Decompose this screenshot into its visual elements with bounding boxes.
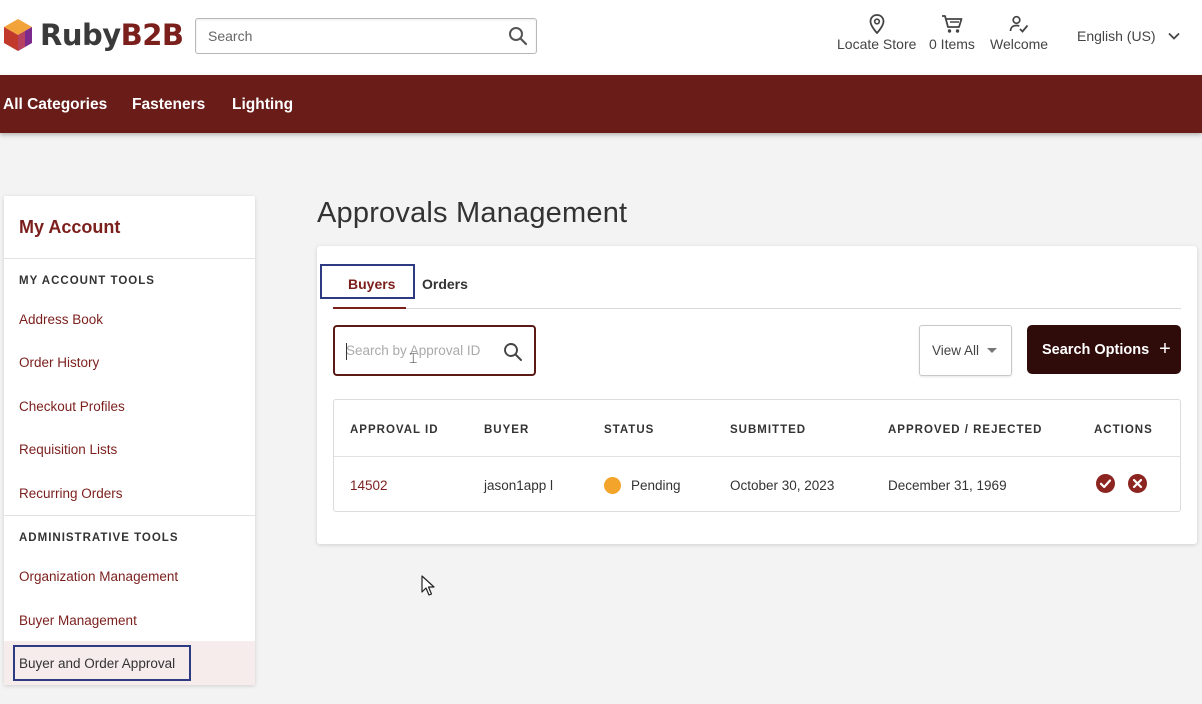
- approve-check-icon: [1099, 479, 1112, 489]
- category-nav: All Categories Fasteners Lighting: [0, 75, 1202, 133]
- view-all-label: View All: [932, 343, 980, 358]
- global-search[interactable]: [195, 18, 537, 54]
- column-header-status[interactable]: STATUS: [604, 424, 654, 436]
- sidebar-item-buyer-management[interactable]: Buyer Management: [19, 613, 137, 628]
- approved-rejected-cell: December 31, 1969: [888, 478, 1007, 493]
- active-tab-indicator: [333, 307, 406, 309]
- nav-item-all-categories[interactable]: All Categories: [3, 96, 107, 114]
- approval-id-link[interactable]: 14502: [350, 478, 388, 493]
- column-header-buyer[interactable]: BUYER: [484, 424, 529, 436]
- plus-icon: +: [1159, 338, 1171, 360]
- search-options-label: Search Options: [1042, 341, 1150, 358]
- row-divider: [334, 456, 1180, 457]
- site-header: RubyB2B Locate Store 0 Items Welcome: [0, 0, 1202, 75]
- approval-search[interactable]: [333, 325, 536, 376]
- caret-down-icon: [987, 348, 998, 353]
- buyer-cell: jason1app l: [484, 478, 554, 493]
- nav-item-fasteners[interactable]: Fasteners: [132, 96, 205, 114]
- approvals-card: Buyers Orders ⌶ View All Search Options …: [317, 246, 1197, 544]
- language-selector[interactable]: English (US): [1077, 28, 1180, 44]
- sidebar-item-buyer-and-order-approval[interactable]: Buyer and Order Approval: [19, 656, 175, 671]
- reject-x-icon: [1132, 478, 1143, 489]
- sidebar-item-organization-management[interactable]: Organization Management: [19, 569, 178, 584]
- column-header-approved-rejected[interactable]: APPROVED / REJECTED: [888, 424, 1042, 436]
- mouse-pointer-icon: [421, 575, 435, 596]
- reject-button[interactable]: [1128, 474, 1147, 493]
- account-sidebar: My Account MY ACCOUNT TOOLS Address Book…: [4, 196, 255, 685]
- location-pin-icon: [869, 14, 885, 34]
- approvals-table: APPROVAL ID BUYER STATUS SUBMITTED APPRO…: [333, 399, 1181, 512]
- user-check-icon: [1009, 15, 1029, 33]
- sidebar-divider: [4, 258, 255, 259]
- language-label: English (US): [1077, 28, 1156, 44]
- locate-store-label: Locate Store: [837, 36, 917, 52]
- submitted-cell: October 30, 2023: [730, 478, 835, 493]
- nav-item-lighting[interactable]: Lighting: [232, 96, 293, 114]
- sidebar-item-address-book[interactable]: Address Book: [19, 312, 103, 327]
- chevron-down-icon: [1167, 32, 1180, 40]
- cart-link[interactable]: 0 Items: [929, 14, 975, 52]
- column-header-submitted[interactable]: SUBMITTED: [730, 424, 806, 436]
- section-heading-admin-tools: ADMINISTRATIVE TOOLS: [19, 532, 179, 544]
- tab-orders[interactable]: Orders: [422, 276, 468, 292]
- tab-buyers[interactable]: Buyers: [348, 276, 395, 292]
- column-header-approval-id[interactable]: APPROVAL ID: [350, 424, 439, 436]
- sidebar-item-recurring-orders[interactable]: Recurring Orders: [19, 486, 123, 501]
- search-icon[interactable]: [503, 342, 523, 362]
- status-pending-indicator: [604, 477, 621, 494]
- logo-text: RubyB2B: [40, 18, 184, 52]
- sidebar-item-requisition-lists[interactable]: Requisition Lists: [19, 442, 117, 457]
- approve-button[interactable]: [1096, 474, 1115, 493]
- site-logo[interactable]: RubyB2B: [3, 17, 184, 53]
- cart-icon: [941, 15, 963, 33]
- sidebar-title: My Account: [19, 217, 121, 237]
- search-icon[interactable]: [508, 26, 528, 46]
- global-search-input[interactable]: [196, 19, 496, 53]
- section-heading-account-tools: MY ACCOUNT TOOLS: [19, 275, 155, 287]
- view-all-dropdown[interactable]: View All: [919, 325, 1012, 376]
- sidebar-divider: [4, 515, 255, 516]
- logo-cube-icon: [4, 19, 32, 51]
- text-caret: [346, 343, 347, 360]
- locate-store-link[interactable]: Locate Store: [837, 14, 916, 52]
- account-link[interactable]: Welcome: [990, 14, 1048, 52]
- cart-count: 0 Items: [929, 36, 975, 52]
- text-cursor-icon: ⌶: [409, 351, 418, 367]
- status-cell: Pending: [631, 478, 681, 493]
- tab-divider: [333, 308, 1181, 309]
- sidebar-item-checkout-profiles[interactable]: Checkout Profiles: [19, 399, 125, 414]
- welcome-label: Welcome: [990, 36, 1049, 52]
- column-header-actions: ACTIONS: [1094, 424, 1153, 436]
- page-title: Approvals Management: [317, 197, 628, 229]
- sidebar-item-order-history[interactable]: Order History: [19, 355, 99, 370]
- search-options-button[interactable]: Search Options +: [1027, 325, 1181, 374]
